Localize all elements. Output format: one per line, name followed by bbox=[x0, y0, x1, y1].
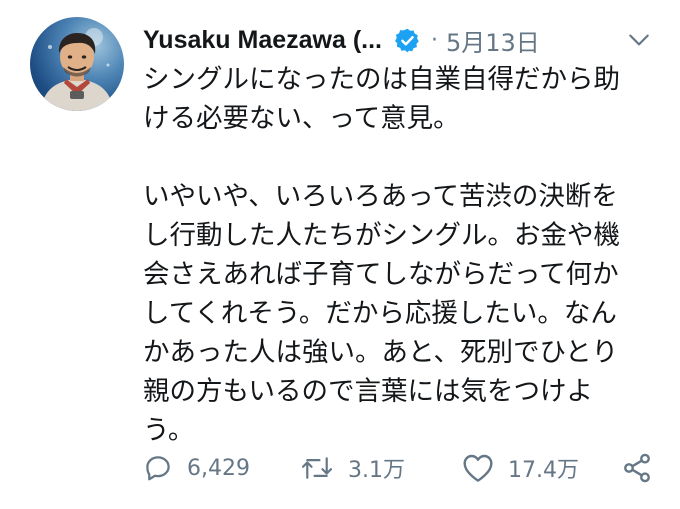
tweet-paragraph: いやいや、いろいろあって苦渋の決断を し行動した人たちがシングル。お金や機 会さ… bbox=[143, 177, 653, 450]
reply-button[interactable]: 6,429 bbox=[143, 453, 300, 483]
heart-icon bbox=[463, 454, 493, 482]
tweet-line: ける必要ない、って意見。 bbox=[143, 103, 460, 134]
avatar[interactable] bbox=[30, 17, 124, 111]
share-button[interactable] bbox=[621, 452, 653, 484]
like-count: 17.4万 bbox=[508, 458, 579, 483]
tweet-card[interactable]: Yusaku Maezawa (... · 5月13日 シングルになったのは自業… bbox=[0, 0, 680, 509]
tweet-text: シングルになったのは自業自得だから助 ける必要ない、って意見。 いやいや、いろい… bbox=[143, 60, 653, 450]
chevron-down-icon[interactable] bbox=[626, 27, 652, 53]
tweet-header: Yusaku Maezawa (... · 5月13日 bbox=[143, 22, 652, 58]
like-button[interactable]: 17.4万 bbox=[462, 452, 621, 484]
separator-dot: · bbox=[431, 27, 438, 53]
reply-icon bbox=[146, 456, 170, 481]
tweet-line: う。 bbox=[143, 415, 195, 446]
tweet-line: し行動した人たちがシングル。お金や機 bbox=[143, 220, 620, 251]
retweet-count: 3.1万 bbox=[348, 458, 406, 483]
tweet-line: シングルになったのは自業自得だから助 bbox=[143, 64, 620, 95]
tweet-date[interactable]: 5月13日 bbox=[446, 23, 540, 58]
author-name[interactable]: Yusaku Maezawa (... bbox=[143, 26, 382, 55]
reply-count: 6,429 bbox=[187, 455, 250, 481]
tweet-line: かあった人は強い。あと、死別でひとり bbox=[143, 337, 619, 368]
avatar-illustration-icon bbox=[40, 28, 114, 111]
tweet-line: いやいや、いろいろあって苦渋の決断を bbox=[143, 181, 618, 212]
retweet-icon bbox=[301, 457, 333, 479]
tweet-line: してくれそう。だから応援したい。なん bbox=[143, 298, 617, 329]
retweet-button[interactable]: 3.1万 bbox=[300, 452, 462, 484]
tweet-line: 親の方もいるので言葉には気をつけよ bbox=[143, 376, 593, 407]
share-icon bbox=[624, 453, 650, 483]
tweet-line: 会さえあれば子育てしながらだって何か bbox=[143, 259, 619, 290]
tweet-actions: 6,429 3.1万 17.4万 bbox=[143, 446, 653, 490]
verified-badge-icon bbox=[394, 27, 421, 54]
tweet-paragraph: シングルになったのは自業自得だから助 ける必要ない、って意見。 bbox=[143, 60, 653, 138]
